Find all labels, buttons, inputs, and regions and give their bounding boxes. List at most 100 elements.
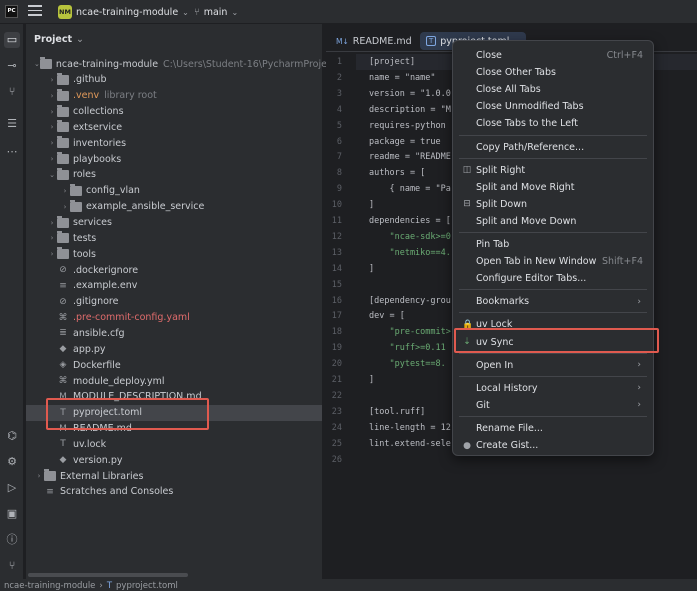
tree-file[interactable]: ⊘ .dockerignore bbox=[26, 262, 322, 278]
tree-folder[interactable]: › tests bbox=[26, 230, 322, 246]
tree-folder[interactable]: › collections bbox=[26, 104, 322, 120]
chevron-right-icon[interactable]: › bbox=[47, 219, 57, 227]
menu-item-local-history[interactable]: Local History › bbox=[453, 380, 653, 397]
tree-file[interactable]: ⌘ .pre-commit-config.yaml bbox=[26, 310, 322, 326]
commit-icon[interactable]: ⊸ bbox=[4, 58, 20, 74]
branch-name: main bbox=[203, 6, 228, 18]
menu-item-rename-file[interactable]: Rename File... bbox=[453, 420, 653, 437]
chevron-right-icon[interactable]: › bbox=[60, 187, 70, 195]
more-tools-icon[interactable]: ⋯ bbox=[4, 144, 20, 160]
menu-item-split-and-move-right[interactable]: Split and Move Right bbox=[453, 179, 653, 196]
chevron-right-icon[interactable]: › bbox=[47, 139, 57, 147]
menu-item-label: Close All Tabs bbox=[476, 84, 541, 96]
menu-item-close[interactable]: Close Ctrl+F4 bbox=[453, 47, 653, 64]
branch-switcher[interactable]: ⑂ main ⌄ bbox=[194, 4, 238, 20]
code-line: "ncae-sdk>=0 bbox=[369, 231, 451, 242]
menu-item-open-tab-in-new-window[interactable]: Open Tab in New Window Shift+F4 bbox=[453, 253, 653, 270]
line-number: 1 bbox=[336, 57, 342, 67]
pull-requests-icon[interactable]: ⑂ bbox=[4, 84, 20, 100]
tree-folder[interactable]: ⌄ roles bbox=[26, 167, 322, 183]
menu-item-label: Open In bbox=[476, 359, 514, 371]
tree-folder[interactable]: › config_vlan bbox=[26, 183, 322, 199]
chevron-right-icon[interactable]: › bbox=[47, 250, 57, 258]
tree-folder[interactable]: ⌄ ncae-training-module C:\Users\Student-16… bbox=[26, 56, 446, 72]
tree-item-label: tests bbox=[73, 232, 97, 244]
tree-folder[interactable]: › example_ansible_service bbox=[26, 199, 322, 215]
git-icon[interactable]: ⑂ bbox=[4, 558, 20, 574]
menu-item-git[interactable]: Git › bbox=[453, 397, 653, 414]
tab-readme[interactable]: M↓ README.md bbox=[330, 32, 418, 50]
menu-item-icon: ● bbox=[463, 440, 471, 451]
tree-file[interactable]: ◈ Dockerfile bbox=[26, 357, 322, 373]
project-panel-title[interactable]: Project ⌄ bbox=[34, 34, 84, 45]
chevron-down-icon[interactable]: ⌄ bbox=[34, 60, 40, 68]
chevron-right-icon[interactable]: › bbox=[47, 108, 57, 116]
project-switcher[interactable]: NM ncae-training-module ⌄ bbox=[58, 4, 189, 20]
horizontal-scrollbar[interactable] bbox=[28, 573, 188, 577]
tree-file[interactable]: ⊘ .gitignore bbox=[26, 294, 322, 310]
run-icon[interactable]: ▷ bbox=[4, 480, 20, 496]
menu-item-close-unmodified-tabs[interactable]: Close Unmodified Tabs bbox=[453, 98, 653, 115]
project-folder-icon[interactable]: ▭ bbox=[4, 32, 20, 48]
menu-item-close-tabs-to-the-left[interactable]: Close Tabs to the Left bbox=[453, 115, 653, 132]
tree-folder[interactable]: › .venv library root bbox=[26, 88, 322, 104]
tree-folder[interactable]: › tools bbox=[26, 246, 322, 262]
tree-file[interactable]: ◆ app.py bbox=[26, 341, 322, 357]
tree-file[interactable]: ≡ .example.env bbox=[26, 278, 322, 294]
menu-item-copy-path-reference[interactable]: Copy Path/Reference... bbox=[453, 139, 653, 156]
services-icon[interactable]: ⚙ bbox=[4, 454, 20, 470]
menu-item-pin-tab[interactable]: Pin Tab bbox=[453, 236, 653, 253]
folder-icon bbox=[57, 72, 69, 85]
tree-folder[interactable]: › External Libraries bbox=[26, 468, 322, 484]
menu-item-close-other-tabs[interactable]: Close Other Tabs bbox=[453, 64, 653, 81]
menu-item-open-in[interactable]: Open In › bbox=[453, 357, 653, 374]
file-icon: ⌘ bbox=[58, 376, 68, 386]
code-line: "pytest==8. bbox=[369, 359, 446, 370]
menu-item-split-down[interactable]: ⊟ Split Down bbox=[453, 196, 653, 213]
file-icon: ≡ bbox=[59, 280, 67, 291]
tree-folder[interactable]: › .github bbox=[26, 72, 322, 88]
breadcrumb-project[interactable]: ncae-training-module bbox=[4, 581, 95, 591]
tree-file[interactable]: ⌘ module_deploy.yml bbox=[26, 373, 322, 389]
menu-item-create-gist[interactable]: ● Create Gist... bbox=[453, 437, 653, 454]
structure-icon[interactable]: ☰ bbox=[4, 116, 20, 132]
tree-file[interactable]: ≡ Scratches and Consoles bbox=[26, 484, 322, 500]
python-packages-icon[interactable]: ⌬ bbox=[4, 428, 20, 444]
tree-file[interactable]: ◆ version.py bbox=[26, 452, 322, 468]
chevron-right-icon[interactable]: › bbox=[47, 123, 57, 131]
chevron-right-icon[interactable]: › bbox=[47, 76, 57, 84]
tree-folder[interactable]: › extservice bbox=[26, 119, 322, 135]
chevron-right-icon[interactable]: › bbox=[34, 472, 44, 480]
line-number: 17 bbox=[331, 311, 342, 322]
tree-item-label: inventories bbox=[73, 137, 127, 149]
tree-file[interactable]: Tuv.lock bbox=[26, 436, 322, 452]
menu-item-split-right[interactable]: ◫ Split Right bbox=[453, 162, 653, 179]
code-line: name = "name" bbox=[369, 72, 436, 83]
tree-item-label: module_deploy.yml bbox=[73, 375, 165, 387]
chevron-right-icon[interactable]: › bbox=[47, 92, 57, 100]
chevron-down-icon[interactable]: ⌄ bbox=[47, 171, 57, 179]
chevron-right-icon[interactable]: › bbox=[47, 234, 57, 242]
problems-icon[interactable]: ⓘ bbox=[4, 532, 20, 548]
tree-folder[interactable]: › services bbox=[26, 215, 322, 231]
chevron-right-icon[interactable]: › bbox=[60, 203, 70, 211]
terminal-icon[interactable]: ▣ bbox=[4, 506, 20, 522]
line-number: 21 bbox=[331, 375, 342, 385]
tree-folder[interactable]: › playbooks bbox=[26, 151, 322, 167]
main-menu-icon[interactable] bbox=[28, 5, 42, 17]
tree-folder[interactable]: › inventories bbox=[26, 135, 322, 151]
code-line: authors = [ bbox=[369, 168, 426, 179]
file-icon: ◈ bbox=[59, 360, 67, 371]
folder-icon bbox=[57, 120, 69, 133]
menu-item-close-all-tabs[interactable]: Close All Tabs bbox=[453, 81, 653, 98]
tree-item-label: tools bbox=[73, 248, 96, 260]
menu-item-split-and-move-down[interactable]: Split and Move Down bbox=[453, 213, 653, 230]
menu-item-bookmarks[interactable]: Bookmarks › bbox=[453, 293, 653, 310]
breadcrumb-file[interactable]: pyproject.toml bbox=[116, 581, 178, 591]
menu-item-label: Create Gist... bbox=[476, 440, 539, 451]
tree-item-label: roles bbox=[73, 169, 96, 181]
chevron-right-icon[interactable]: › bbox=[47, 155, 57, 163]
menu-item-label: Close Other Tabs bbox=[476, 67, 556, 79]
tree-file[interactable]: ≣ ansible.cfg bbox=[26, 325, 322, 341]
menu-item-configure-editor-tabs[interactable]: Configure Editor Tabs... bbox=[453, 270, 653, 287]
